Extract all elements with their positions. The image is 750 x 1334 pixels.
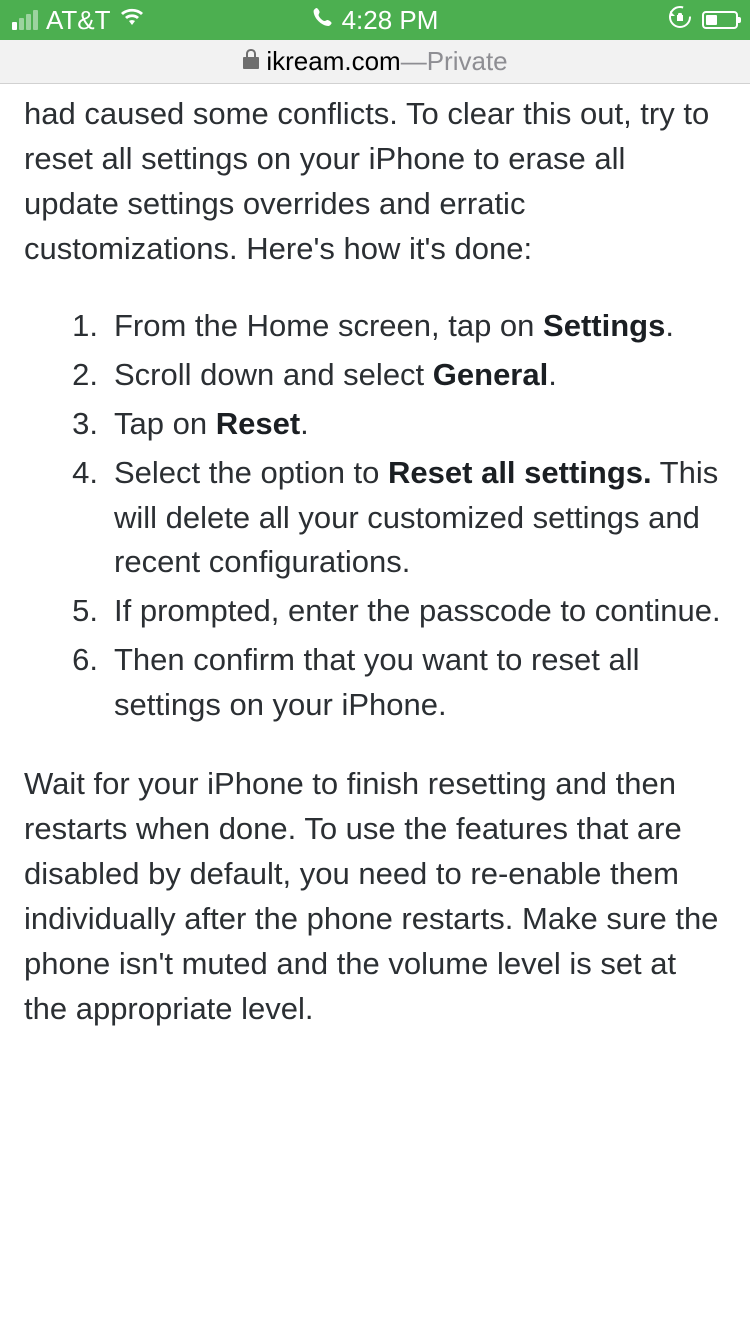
list-item: 1. From the Home screen, tap on Settings… <box>64 304 726 349</box>
rotation-lock-icon <box>668 5 692 36</box>
url-separator: — <box>401 46 427 77</box>
step-number: 3. <box>64 402 114 447</box>
step-text: Tap on Reset. <box>114 402 726 447</box>
step-text: Then confirm that you want to reset all … <box>114 638 726 728</box>
lock-icon <box>242 48 260 76</box>
step-number: 5. <box>64 589 114 634</box>
status-bar: AT&T 4:28 PM <box>0 0 750 40</box>
status-center: 4:28 PM <box>312 5 439 36</box>
step-text: Select the option to Reset all settings.… <box>114 451 726 586</box>
instruction-list: 1. From the Home screen, tap on Settings… <box>24 304 726 728</box>
phone-icon <box>312 6 334 35</box>
step-text: Scroll down and select General. <box>114 353 726 398</box>
outro-paragraph: Wait for your iPhone to finish resetting… <box>24 762 726 1032</box>
intro-paragraph: had caused some conflicts. To clear this… <box>24 92 726 272</box>
list-item: 3. Tap on Reset. <box>64 402 726 447</box>
status-right <box>668 5 738 36</box>
status-left: AT&T <box>12 5 145 36</box>
url-domain: ikream.com <box>266 46 400 77</box>
step-text: If prompted, enter the passcode to conti… <box>114 589 726 634</box>
time-label: 4:28 PM <box>342 5 439 36</box>
signal-icon <box>12 10 38 30</box>
wifi-icon <box>119 6 145 34</box>
step-text: From the Home screen, tap on Settings. <box>114 304 726 349</box>
step-number: 2. <box>64 353 114 398</box>
step-number: 4. <box>64 451 114 586</box>
private-mode-label: Private <box>427 46 508 77</box>
battery-icon <box>702 11 738 29</box>
browser-address-bar[interactable]: ikream.com — Private <box>0 40 750 84</box>
list-item: 5. If prompted, enter the passcode to co… <box>64 589 726 634</box>
list-item: 2. Scroll down and select General. <box>64 353 726 398</box>
list-item: 4. Select the option to Reset all settin… <box>64 451 726 586</box>
page-content[interactable]: had caused some conflicts. To clear this… <box>0 84 750 1032</box>
carrier-label: AT&T <box>46 5 111 36</box>
step-number: 6. <box>64 638 114 728</box>
step-number: 1. <box>64 304 114 349</box>
list-item: 6. Then confirm that you want to reset a… <box>64 638 726 728</box>
